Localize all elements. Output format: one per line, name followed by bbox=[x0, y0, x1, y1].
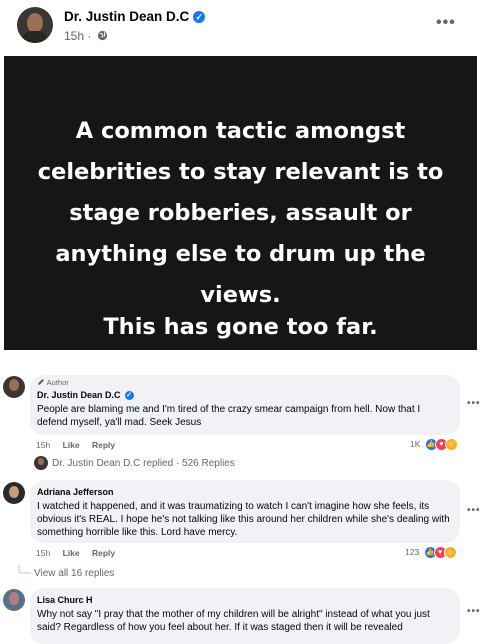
haha-reaction-icon: ☺ bbox=[444, 438, 458, 451]
reactions[interactable]: 1K 👍 ♥ ☺ bbox=[410, 438, 458, 451]
reactions-count: 1K bbox=[410, 438, 421, 449]
replier-avatar bbox=[34, 456, 48, 470]
globe-icon bbox=[97, 30, 107, 41]
comment-author-name[interactable]: Lisa Churc H bbox=[37, 595, 93, 605]
post-meta: 15h · bbox=[64, 29, 108, 43]
comment-time[interactable]: 15h bbox=[36, 548, 50, 558]
comment-avatar[interactable] bbox=[3, 376, 25, 398]
like-button[interactable]: Like bbox=[63, 440, 80, 450]
comment-actions: 15h Like Reply bbox=[36, 548, 115, 558]
comment-more-button[interactable]: ••• bbox=[467, 606, 481, 617]
post-image[interactable]: A common tactic amongst celebrities to s… bbox=[4, 56, 477, 350]
haha-reaction-icon: ☺ bbox=[443, 546, 457, 559]
author-name[interactable]: Dr. Justin Dean D.C ✓ bbox=[64, 9, 206, 24]
view-all-replies[interactable]: View all 16 replies bbox=[34, 568, 114, 579]
comment-author-name[interactable]: Adriana Jefferson bbox=[37, 487, 114, 497]
post-image-main-text: A common tactic amongst celebrities to s… bbox=[37, 118, 444, 308]
post-more-button[interactable]: ••• bbox=[436, 14, 456, 32]
comment-text: People are blaming me and I'm tired of t… bbox=[37, 404, 421, 428]
comment-bubble: Lisa Churc H Why not say "I pray that th… bbox=[30, 588, 460, 644]
comment-actions: 15h Like Reply bbox=[36, 440, 115, 450]
reply-button[interactable]: Reply bbox=[92, 440, 115, 450]
reply-button[interactable]: Reply bbox=[92, 548, 115, 558]
like-button[interactable]: Like bbox=[63, 548, 80, 558]
comment-more-button[interactable]: ••• bbox=[467, 505, 481, 516]
comment-avatar[interactable] bbox=[3, 482, 25, 504]
comment-time[interactable]: 15h bbox=[36, 440, 50, 450]
author-avatar[interactable] bbox=[17, 7, 53, 43]
author-badge: Author bbox=[37, 378, 69, 387]
post-image-second-text: This has gone too far. bbox=[103, 314, 378, 340]
post-header: Dr. Justin Dean D.C ✓ 15h · ••• bbox=[0, 0, 481, 56]
comment-text: Why not say "I pray that the mother of m… bbox=[37, 609, 430, 633]
comment-bubble: Adriana Jefferson I watched it happened,… bbox=[30, 480, 460, 543]
reactions[interactable]: 123 👍 ♥ ☺ bbox=[405, 546, 457, 559]
verified-badge-icon: ✓ bbox=[124, 391, 134, 400]
comment-more-button[interactable]: ••• bbox=[467, 398, 481, 409]
view-author-replies[interactable]: Dr. Justin Dean D.C replied · 526 Replie… bbox=[52, 458, 235, 469]
verified-badge-icon: ✓ bbox=[193, 11, 206, 23]
reactions-count: 123 bbox=[405, 546, 420, 557]
comment-bubble: Author Dr. Justin Dean D.C ✓ People are b… bbox=[30, 375, 460, 435]
reply-thread-icon bbox=[18, 565, 31, 574]
comment-author-name[interactable]: Dr. Justin Dean D.C ✓ bbox=[37, 390, 134, 400]
pencil-icon bbox=[38, 379, 44, 385]
post-time[interactable]: 15h · bbox=[64, 29, 91, 43]
comment-avatar[interactable] bbox=[3, 589, 25, 611]
comment-text: I watched it happened, and it was trauma… bbox=[37, 501, 450, 538]
